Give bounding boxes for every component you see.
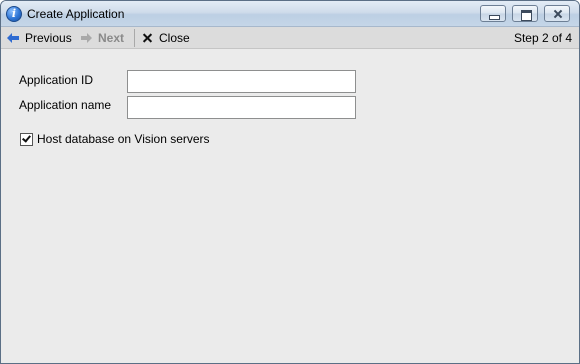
checkmark-icon (22, 132, 31, 143)
next-button[interactable]: Next (80, 27, 124, 49)
application-id-input[interactable] (127, 70, 356, 93)
minimize-icon (481, 6, 505, 21)
step-indicator: Step 2 of 4 (513, 31, 572, 45)
arrow-right-icon (80, 33, 93, 43)
host-database-checkbox[interactable] (20, 132, 33, 146)
maximize-button[interactable] (512, 5, 538, 22)
form-panel: Application ID Application name Host dat… (1, 50, 579, 363)
previous-button[interactable]: Previous (7, 27, 72, 49)
close-label: Close (159, 31, 190, 45)
application-id-label: Application ID (19, 73, 94, 87)
window-title: Create Application (27, 7, 125, 21)
maximize-icon (513, 6, 537, 21)
create-application-window: i Create Application Previous Next Close… (0, 0, 580, 364)
arrow-left-icon (7, 33, 20, 43)
host-database-label: Host database on Vision servers (37, 132, 210, 146)
application-name-input[interactable] (127, 96, 356, 119)
application-name-label: Application name (19, 98, 112, 112)
previous-label: Previous (25, 31, 72, 45)
close-button[interactable]: Close (142, 27, 190, 49)
minimize-button[interactable] (480, 5, 506, 22)
wizard-toolbar: Previous Next Close Step 2 of 4 (1, 27, 579, 49)
host-database-option[interactable]: Host database on Vision servers (20, 132, 210, 146)
toolbar-separator (134, 29, 135, 47)
close-icon (545, 6, 569, 21)
info-icon: i (6, 6, 22, 22)
close-window-button[interactable] (544, 5, 570, 22)
x-icon (142, 33, 153, 44)
title-bar[interactable]: i Create Application (1, 1, 579, 27)
next-label: Next (98, 31, 125, 45)
